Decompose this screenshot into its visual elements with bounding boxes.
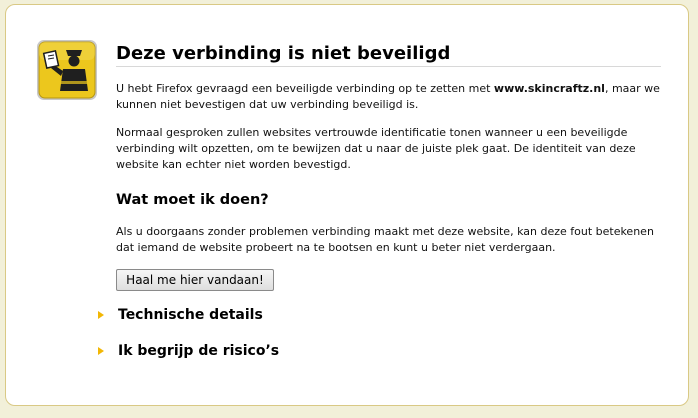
identification-paragraph: Normaal gesproken zullen websites vertro… [116,126,636,171]
site-name: www.skincraftz.nl [493,82,605,95]
get-me-out-button[interactable]: Haal me hier vandaan! [116,269,274,291]
technical-details-label: Technische details [118,307,263,323]
what-to-do-paragraph: Als u doorgaans zonder problemen verbind… [116,225,654,254]
understand-risks-expander[interactable]: Ik begrijp de risico’s [98,343,279,359]
triangle-right-icon [98,347,104,355]
page-title: Deze verbinding is niet beveiligd [116,43,451,64]
understand-risks-label: Ik begrijp de risico’s [118,343,280,359]
title-divider [116,66,661,67]
triangle-right-icon [98,311,104,319]
intro-text-before: U hebt Firefox gevraagd een beveiligde v… [116,82,494,95]
what-to-do-heading: Wat moet ik doen? [116,192,269,208]
intro-paragraph: U hebt Firefox gevraagd een beveiligde v… [116,81,661,113]
technical-details-expander[interactable]: Technische details [98,307,263,323]
error-card: Deze verbinding is niet beveiligd U hebt… [5,4,689,406]
security-officer-icon [36,39,98,101]
